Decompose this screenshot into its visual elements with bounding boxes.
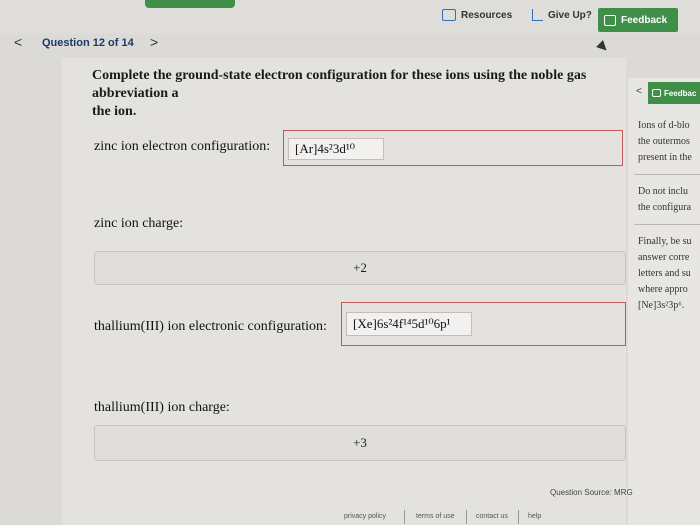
- feedback-label: Feedback: [621, 14, 668, 26]
- feedback-icon: [604, 14, 616, 26]
- zinc-charge-label: zinc ion charge:: [94, 216, 184, 231]
- prev-question-button[interactable]: <: [14, 34, 22, 50]
- question-source: Question Source: MRG: [550, 488, 633, 497]
- question-prompt: Complete the ground-state electron confi…: [92, 67, 622, 121]
- zinc-charge-input[interactable]: +2: [94, 251, 626, 285]
- terms-link[interactable]: terms of use: [416, 513, 455, 520]
- sidebar-feedback-tab[interactable]: Feedbac: [648, 82, 700, 104]
- thallium-charge-input[interactable]: +3: [94, 425, 626, 461]
- sidebar-text-6: Finally, be su: [638, 236, 692, 247]
- prompt-line-2: the ion.: [92, 104, 137, 119]
- footer-separator: [466, 510, 467, 524]
- sidebar-text-9: where appro: [638, 284, 688, 295]
- help-link[interactable]: help: [528, 513, 541, 520]
- feedback-sidebar: < Feedbac Ions of d-blo the outermos pre…: [628, 78, 700, 525]
- give-up-label: Give Up?: [548, 9, 592, 21]
- give-up-button[interactable]: Give Up?: [526, 4, 598, 26]
- collapse-chevron-icon[interactable]: <: [636, 86, 642, 97]
- give-up-icon: [532, 9, 543, 21]
- zinc-config-label: zinc ion electron configuration:: [94, 139, 271, 154]
- resources-icon: [442, 9, 456, 21]
- sidebar-text-8: letters and su: [638, 268, 691, 279]
- prompt-line-1: Complete the ground-state electron confi…: [92, 68, 587, 101]
- sidebar-divider: [634, 174, 700, 175]
- sidebar-text-2: the outermos: [638, 136, 690, 147]
- sidebar-text-7: answer corre: [638, 252, 690, 263]
- thallium-charge-label: thallium(III) ion charge:: [94, 400, 230, 415]
- privacy-policy-link[interactable]: privacy policy: [344, 513, 386, 520]
- top-tab: [145, 0, 235, 8]
- cursor-pointer-icon: [596, 40, 610, 54]
- next-question-button[interactable]: >: [150, 34, 158, 50]
- sidebar-text-3: present in the: [638, 152, 692, 163]
- feedback-button[interactable]: Feedback: [598, 8, 678, 32]
- sidebar-feedback-icon: [652, 89, 661, 97]
- zinc-config-input[interactable]: [Ar]4s²3d¹⁰: [288, 138, 384, 160]
- sidebar-text-4: Do not inclu: [638, 186, 688, 197]
- footer-separator: [518, 510, 519, 524]
- resources-label: Resources: [461, 9, 513, 21]
- sidebar-text-10: [Ne]3s²3p⁶.: [638, 300, 685, 311]
- sidebar-text-1: Ions of d-blo: [638, 120, 690, 131]
- contact-link[interactable]: contact us: [476, 513, 508, 520]
- sidebar-text-5: the configura: [638, 202, 692, 213]
- footer-separator: [404, 510, 405, 524]
- thallium-config-input[interactable]: [Xe]6s²4f¹⁴5d¹⁰6p¹: [346, 312, 472, 336]
- top-bar: Resources Give Up? Feedback: [0, 0, 700, 34]
- sidebar-divider: [634, 224, 700, 225]
- question-nav: < Question 12 of 14 >: [0, 32, 700, 56]
- thallium-config-label: thallium(III) ion electronic configurati…: [94, 319, 327, 334]
- resources-button[interactable]: Resources: [436, 4, 518, 26]
- footer: Question Source: MRG privacy policy term…: [0, 480, 700, 525]
- question-counter: Question 12 of 14: [42, 37, 134, 49]
- sidebar-feedback-label: Feedbac: [664, 88, 697, 98]
